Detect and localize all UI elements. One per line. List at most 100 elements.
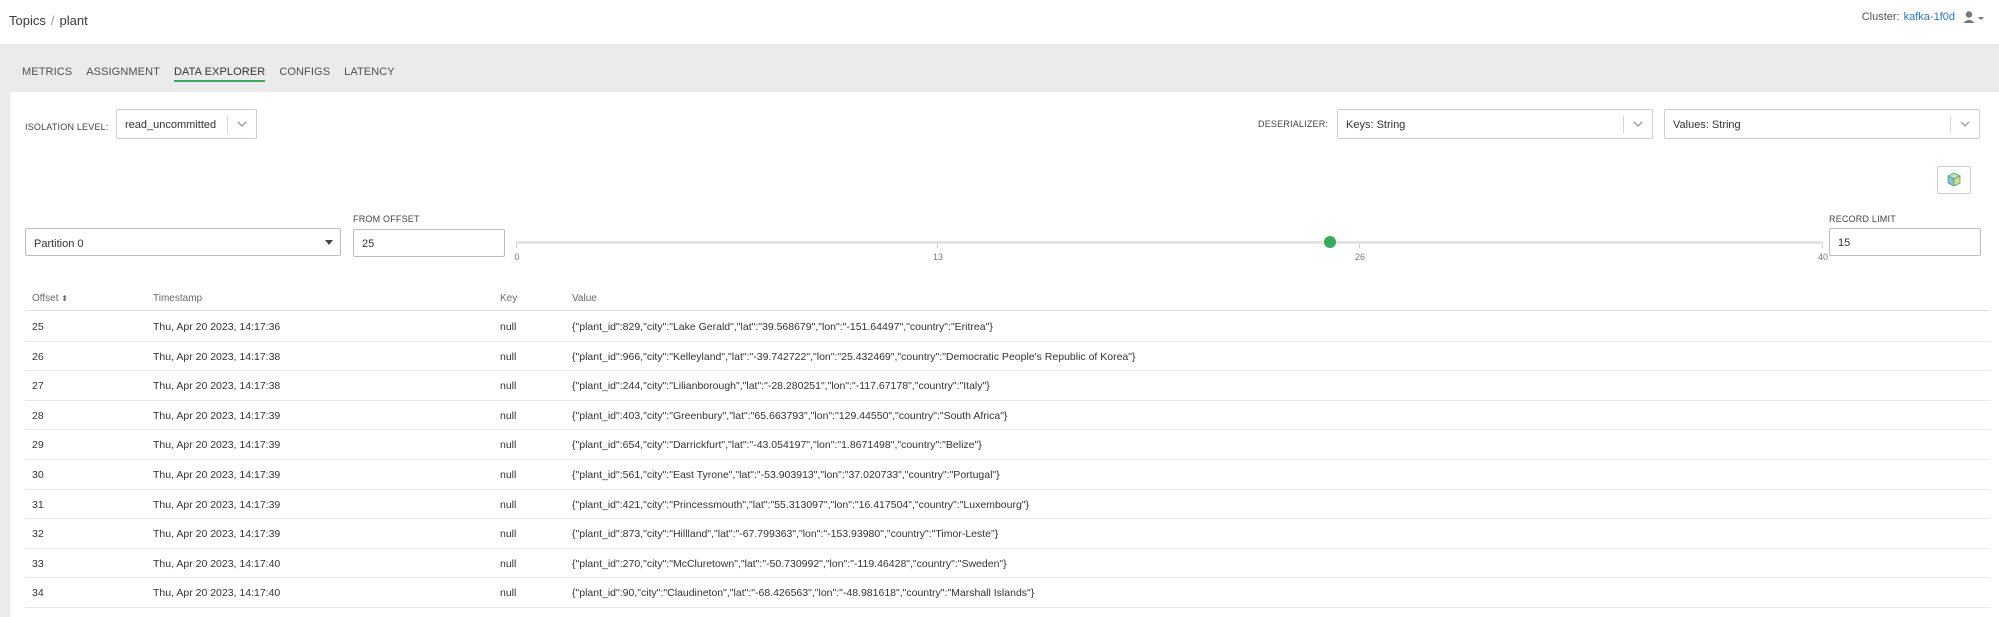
- slider-tick: [1359, 244, 1360, 248]
- table-row[interactable]: 29 Thu, Apr 20 2023, 14:17:39 null {"plant_…: [25, 430, 1990, 460]
- key-cell: null: [500, 439, 517, 452]
- value-cell: {"plant_id":270,"city":"McCluretown","la…: [572, 557, 1007, 570]
- timestamp-cell: Thu, Apr 20 2023, 14:17:39: [153, 439, 281, 452]
- table-row[interactable]: 32 Thu, Apr 20 2023, 14:17:39 null {"plant_…: [25, 519, 1990, 549]
- key-cell: null: [500, 380, 517, 393]
- value-cell: {"plant_id":829,"city":"Lake Gerald","la…: [572, 321, 993, 333]
- breadcrumb-topics[interactable]: Topics: [9, 13, 46, 28]
- offset-cell: 25: [32, 321, 44, 333]
- table-row[interactable]: 26 Thu, Apr 20 2023, 14:17:38 null {"plant_…: [25, 342, 1990, 372]
- breadcrumb-separator: /: [50, 13, 55, 28]
- export-button[interactable]: [1937, 166, 1971, 194]
- slider-tick: [516, 244, 517, 248]
- slider-tick-label: 40: [1817, 252, 1829, 262]
- offset-cell: 26: [32, 350, 44, 363]
- value-cell: {"plant_id":421,"city":"Princessmouth","…: [572, 498, 1030, 511]
- isolation-level-label: ISOLATION LEVEL:: [25, 122, 109, 132]
- keys-deserializer-select[interactable]: Keys: String: [1337, 109, 1653, 139]
- value-cell: {"plant_id":90,"city":"Claudineton","lat…: [572, 587, 1035, 600]
- slider-tick: [937, 244, 938, 248]
- timestamp-cell: Thu, Apr 20 2023, 14:17:39: [153, 409, 281, 422]
- select-divider: [1623, 116, 1624, 133]
- values-deserializer-select[interactable]: Values: String: [1664, 109, 1980, 139]
- record-limit-value: 15: [1838, 237, 1851, 249]
- user-icon: [1963, 11, 1984, 23]
- tab-metrics[interactable]: METRICS: [22, 66, 72, 82]
- offset-cell: 31: [32, 498, 44, 511]
- offset-slider-thumb[interactable]: [1324, 236, 1336, 248]
- table-row[interactable]: 25 Thu, Apr 20 2023, 14:17:36 null {"plant_…: [25, 312, 1990, 342]
- timestamp-cell: Thu, Apr 20 2023, 14:17:40: [153, 557, 281, 570]
- table-header: Offset ⬍ Timestamp Key Value: [25, 283, 1990, 311]
- value-cell: {"plant_id":654,"city":"Darrickfurt","la…: [572, 439, 982, 452]
- value-cell: {"plant_id":873,"city":"Hillland","lat":…: [572, 528, 999, 541]
- tab-data-explorer[interactable]: DATA EXPLORER: [173, 66, 266, 82]
- topic-tabs: METRICS ASSIGNMENT DATA EXPLORER CONFIGS…: [22, 66, 409, 86]
- select-divider: [227, 116, 228, 133]
- slider-tick-label: 13: [932, 252, 944, 262]
- chevron-down-icon: [1960, 121, 1970, 127]
- table-row[interactable]: 31 Thu, Apr 20 2023, 14:17:39 null {"plant_…: [25, 490, 1990, 520]
- slider-tick-label: 26: [1354, 252, 1366, 262]
- from-offset-input[interactable]: 25: [353, 229, 505, 257]
- deserializer-label: DESERIALIZER:: [1258, 119, 1329, 129]
- timestamp-cell: Thu, Apr 20 2023, 14:17:39: [153, 528, 281, 541]
- partition-select[interactable]: Partition 0: [25, 228, 341, 256]
- tab-configs[interactable]: CONFIGS: [279, 66, 330, 82]
- column-header-key: Key: [500, 293, 518, 304]
- sort-icon: ⬍: [61, 294, 68, 303]
- cluster-label: Cluster:: [1861, 11, 1900, 23]
- table-row[interactable]: 34 Thu, Apr 20 2023, 14:17:40 null {"plant_…: [25, 578, 1990, 608]
- key-cell: null: [500, 528, 517, 541]
- cluster-link[interactable]: kafka-1f0d: [1904, 11, 1955, 23]
- partition-value: Partition 0: [34, 238, 84, 250]
- value-cell: {"plant_id":966,"city":"Kelleyland","lat…: [572, 350, 1136, 363]
- user-menu[interactable]: [1963, 10, 1987, 26]
- table-row[interactable]: 27 Thu, Apr 20 2023, 14:17:38 null {"plant_…: [25, 371, 1990, 401]
- isolation-level-select[interactable]: read_uncommitted: [116, 109, 257, 139]
- record-limit-input[interactable]: 15: [1829, 228, 1981, 256]
- column-header-value: Value: [572, 293, 597, 304]
- timestamp-cell: Thu, Apr 20 2023, 14:17:39: [153, 469, 281, 481]
- timestamp-cell: Thu, Apr 20 2023, 14:17:38: [153, 380, 281, 393]
- offset-cell: 28: [32, 409, 44, 422]
- tab-assignment[interactable]: ASSIGNMENT: [86, 66, 160, 82]
- value-cell: {"plant_id":561,"city":"East Tyrone","la…: [572, 469, 1000, 481]
- breadcrumb: Topics / plant: [9, 13, 88, 28]
- table-row[interactable]: 28 Thu, Apr 20 2023, 14:17:39 null {"plant_…: [25, 401, 1990, 431]
- slider-tick: [1822, 244, 1823, 248]
- offset-cell: 29: [32, 439, 44, 452]
- column-header-timestamp: Timestamp: [153, 293, 203, 304]
- value-cell: {"plant_id":403,"city":"Greenbury","lat"…: [572, 409, 1008, 422]
- data-explorer-panel: ISOLATION LEVEL: read_uncommitted DESERI…: [10, 92, 1999, 617]
- value-cell: {"plant_id":244,"city":"Lilianborough","…: [572, 380, 990, 393]
- key-cell: null: [500, 321, 517, 333]
- chevron-down-icon: [1633, 121, 1643, 127]
- column-header-offset[interactable]: Offset ⬍: [32, 293, 68, 304]
- cluster-indicator: Cluster: kafka-1f0d: [1862, 11, 1955, 23]
- timestamp-cell: Thu, Apr 20 2023, 14:17:36: [153, 321, 281, 333]
- key-cell: null: [500, 557, 517, 570]
- offset-cell: 30: [32, 469, 44, 481]
- caret-down-icon: [325, 240, 333, 245]
- select-divider: [1950, 116, 1951, 133]
- key-cell: null: [500, 587, 517, 600]
- offset-slider-track[interactable]: [516, 241, 1823, 244]
- offset-cell: 27: [32, 380, 44, 393]
- record-limit-label: RECORD LIMIT: [1829, 214, 1896, 224]
- table-row[interactable]: 33 Thu, Apr 20 2023, 14:17:40 null {"plant_…: [25, 549, 1990, 579]
- keys-deserializer-value: Keys: String: [1346, 119, 1406, 131]
- breadcrumb-current: plant: [59, 13, 88, 28]
- key-cell: null: [500, 350, 517, 363]
- tab-latency[interactable]: LATENCY: [344, 66, 395, 82]
- top-bar: Topics / plant Cluster: kafka-1f0d: [0, 0, 1999, 44]
- key-cell: null: [500, 469, 517, 481]
- from-offset-value: 25: [362, 238, 375, 250]
- key-cell: null: [500, 498, 517, 511]
- chevron-down-icon: [237, 121, 247, 127]
- key-cell: null: [500, 409, 517, 422]
- values-deserializer-value: Values: String: [1673, 119, 1741, 131]
- timestamp-cell: Thu, Apr 20 2023, 14:17:38: [153, 350, 281, 363]
- table-row[interactable]: 30 Thu, Apr 20 2023, 14:17:39 null {"plant_…: [25, 460, 1990, 490]
- offset-cell: 33: [32, 557, 44, 570]
